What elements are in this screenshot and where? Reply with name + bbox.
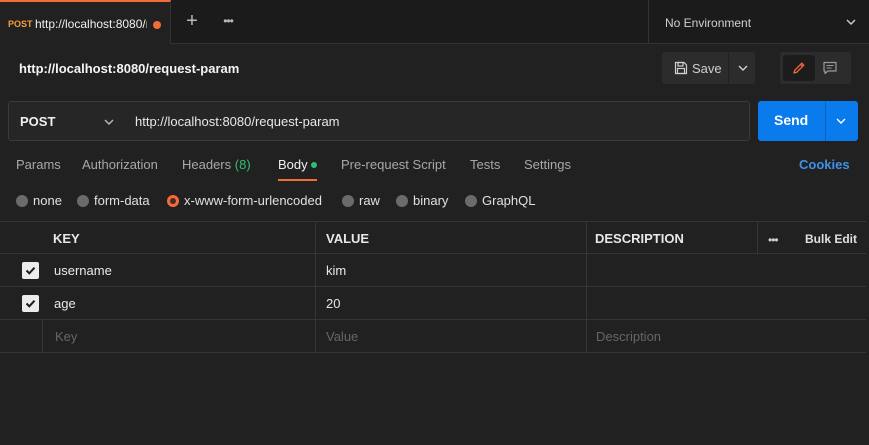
key-cell[interactable]: Key [42, 320, 315, 353]
headers-count-badge: (8) [234, 157, 251, 172]
tab-headers[interactable]: Headers (8) [182, 157, 251, 172]
unsaved-indicator [153, 21, 161, 29]
tab-headers-label: Headers [182, 157, 232, 172]
description-header-label: DESCRIPTION [595, 231, 684, 246]
tab-settings[interactable]: Settings [524, 157, 571, 172]
radio-circle-selected [167, 195, 179, 207]
value-cell[interactable]: 20 [315, 287, 586, 320]
radio-circle [465, 195, 477, 207]
view-mode-toggle [780, 52, 851, 84]
value-cell[interactable]: Value [315, 320, 586, 353]
checkbox-icon[interactable] [22, 262, 39, 279]
more-icon[interactable]: ••• [768, 233, 779, 247]
checkbox-icon[interactable] [22, 295, 39, 312]
key-header-label: KEY [53, 231, 80, 246]
active-tab-underline [278, 179, 317, 181]
edit-mode-button[interactable] [783, 55, 815, 81]
radio-circle [396, 195, 408, 207]
key-value: username [54, 263, 112, 278]
key-cell[interactable]: username [42, 254, 315, 287]
comment-icon[interactable] [822, 60, 838, 76]
tab-bar: POST http://localhost:8080/request-param… [0, 0, 869, 44]
tab-body[interactable]: Body [278, 157, 308, 172]
save-button[interactable]: Save [662, 52, 755, 84]
radio-label: none [33, 193, 62, 208]
chevron-down-icon[interactable] [834, 114, 848, 128]
description-cell[interactable] [586, 287, 866, 320]
value-value: 20 [326, 296, 341, 311]
radio-circle [77, 195, 89, 207]
environment-label: No Environment [665, 16, 752, 30]
radio-label: x-www-form-urlencoded [184, 193, 322, 208]
key-placeholder: Key [55, 329, 78, 344]
description-header: DESCRIPTION [586, 222, 757, 255]
radio-label: raw [359, 193, 380, 208]
tab-tests[interactable]: Tests [470, 157, 500, 172]
radio-label: binary [413, 193, 449, 208]
url-input[interactable] [123, 101, 750, 141]
table-row: age 20 [0, 287, 866, 320]
tab-params[interactable]: Params [16, 157, 61, 172]
table-row-new: Key Value Description [0, 320, 866, 353]
chevron-down-icon [846, 19, 856, 25]
description-cell[interactable] [586, 254, 866, 287]
method-select[interactable]: POST [8, 101, 124, 141]
tab-pre-request-script[interactable]: Pre-request Script [341, 157, 446, 172]
radio-circle [16, 195, 28, 207]
radio-label: form-data [94, 193, 150, 208]
value-placeholder: Value [326, 329, 359, 344]
key-header: KEY [42, 222, 315, 255]
body-indicator-dot [311, 162, 317, 168]
method-label: POST [20, 114, 56, 129]
description-cell[interactable]: Description [586, 320, 866, 353]
pencil-icon [793, 62, 805, 74]
request-tab[interactable]: POST http://localhost:8080/request-param [0, 0, 171, 44]
chevron-down-icon [104, 119, 114, 125]
more-icon[interactable]: ••• [218, 11, 238, 31]
description-placeholder: Description [596, 329, 662, 344]
save-icon [674, 61, 688, 75]
chevron-down-icon[interactable] [736, 61, 750, 75]
table-row: username kim [0, 254, 866, 287]
tab-authorization[interactable]: Authorization [82, 157, 158, 172]
send-button-divider [825, 101, 826, 141]
radio-label: GraphQL [482, 193, 536, 208]
tab-method-label: POST [8, 19, 33, 29]
save-button-divider [728, 52, 729, 84]
value-header-label: VALUE [326, 231, 370, 246]
save-button-label: Save [692, 61, 722, 76]
tab-url-label: http://localhost:8080/request-param [35, 17, 147, 31]
key-cell[interactable]: age [42, 287, 315, 320]
value-value: kim [326, 263, 347, 278]
radio-circle [342, 195, 354, 207]
send-button-label: Send [774, 112, 809, 128]
table-header-row: KEY VALUE DESCRIPTION ••• Bulk Edit [0, 221, 866, 255]
bulk-edit-button[interactable]: Bulk Edit [805, 232, 857, 246]
send-button[interactable]: Send [758, 101, 858, 141]
value-header: VALUE [315, 222, 586, 255]
plus-icon[interactable]: + [181, 10, 203, 32]
environment-selector[interactable]: No Environment [648, 0, 869, 44]
key-value: age [54, 296, 76, 311]
value-cell[interactable]: kim [315, 254, 586, 287]
cookies-link[interactable]: Cookies [799, 157, 850, 172]
request-title[interactable]: http://localhost:8080/request-param [19, 61, 239, 76]
